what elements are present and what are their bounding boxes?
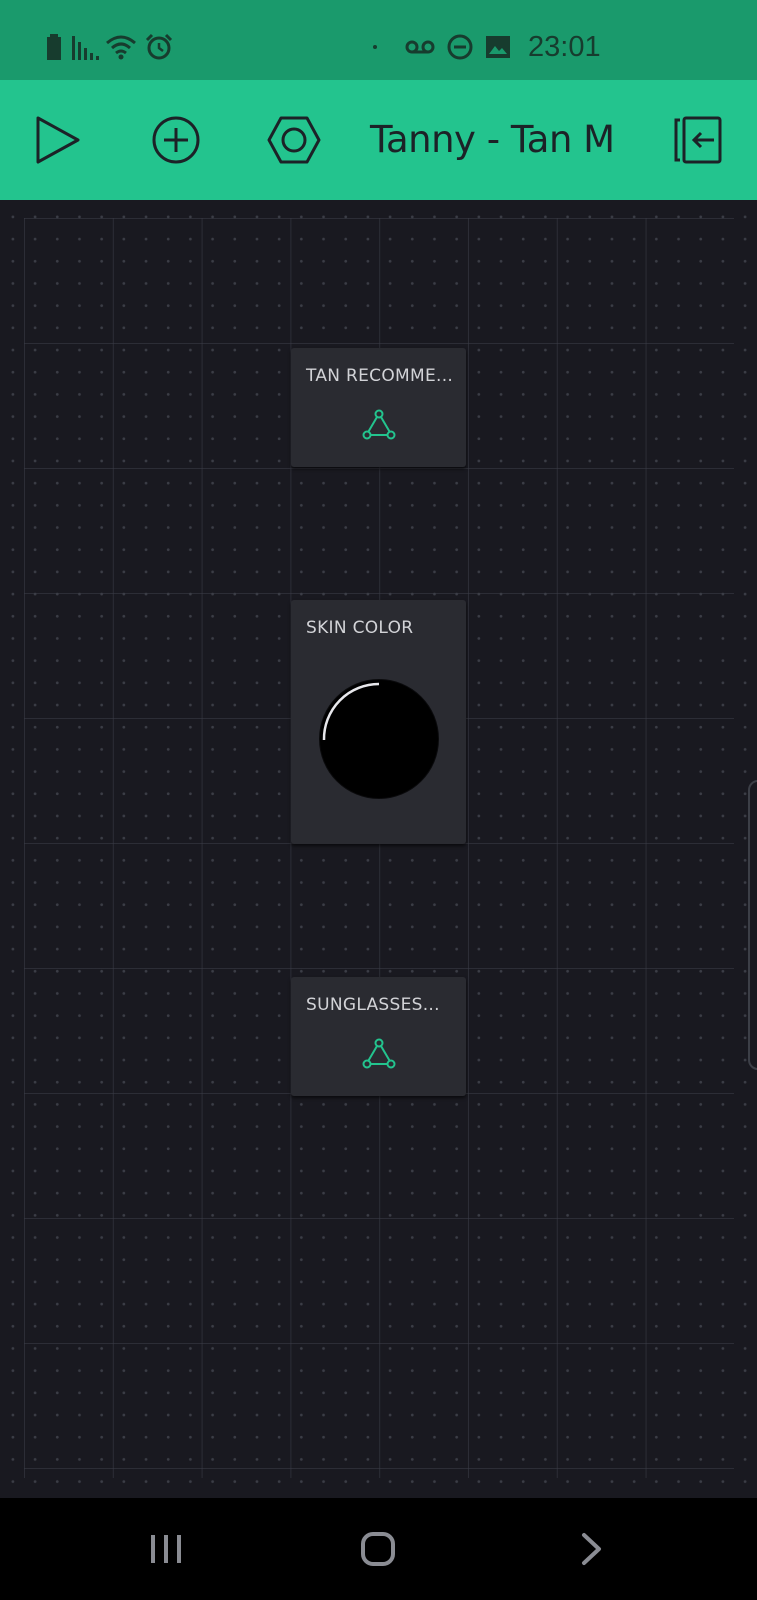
status-time: 23:01	[528, 31, 601, 63]
webhook-icon	[362, 409, 396, 440]
widget-tan-recommendation[interactable]: TAN RECOMME...	[291, 348, 466, 467]
back-button[interactable]	[562, 1524, 622, 1574]
widget-title: TAN RECOMME...	[306, 366, 454, 386]
exit-button[interactable]	[668, 110, 728, 170]
settings-icon	[267, 116, 321, 164]
play-button[interactable]	[28, 110, 88, 170]
app-screen: 23:01 Tanny - Tan M TAN RECOMME... SKIN …	[0, 0, 757, 1600]
status-bar: 23:01	[0, 0, 757, 80]
settings-button[interactable]	[264, 110, 324, 170]
widget-skin-color[interactable]: SKIN COLOR	[291, 600, 466, 844]
knob-arc	[322, 682, 380, 741]
voicemail-icon	[404, 30, 436, 64]
signal-icon	[72, 30, 100, 64]
play-icon	[36, 116, 80, 164]
edge-panel-handle[interactable]	[748, 780, 757, 1070]
toolbar: Tanny - Tan M	[0, 80, 757, 200]
home-icon	[361, 1532, 395, 1566]
widget-sunglasses[interactable]: SUNGLASSES...	[291, 977, 466, 1096]
project-title: Tanny - Tan M	[370, 118, 615, 161]
do-not-disturb-icon	[446, 30, 474, 64]
recent-apps-button[interactable]	[136, 1524, 196, 1574]
add-widget-button[interactable]	[146, 110, 206, 170]
widget-title: SUNGLASSES...	[306, 995, 440, 1015]
wifi-icon	[104, 30, 138, 64]
webhook-icon	[362, 1038, 396, 1069]
add-widget-icon	[152, 116, 200, 164]
battery-icon	[44, 30, 64, 64]
home-button[interactable]	[348, 1524, 408, 1574]
recent-apps-icon	[151, 1535, 181, 1563]
skin-color-knob[interactable]	[320, 680, 438, 798]
widget-title: SKIN COLOR	[306, 618, 414, 638]
dashboard-canvas[interactable]: TAN RECOMME... SKIN COLOR SUNGLASSES...	[0, 200, 757, 1498]
dot-icon	[370, 30, 380, 64]
image-icon	[484, 30, 512, 64]
exit-icon	[674, 116, 722, 164]
alarm-icon	[144, 30, 174, 64]
navigation-bar	[0, 1498, 757, 1600]
back-icon	[582, 1533, 601, 1565]
